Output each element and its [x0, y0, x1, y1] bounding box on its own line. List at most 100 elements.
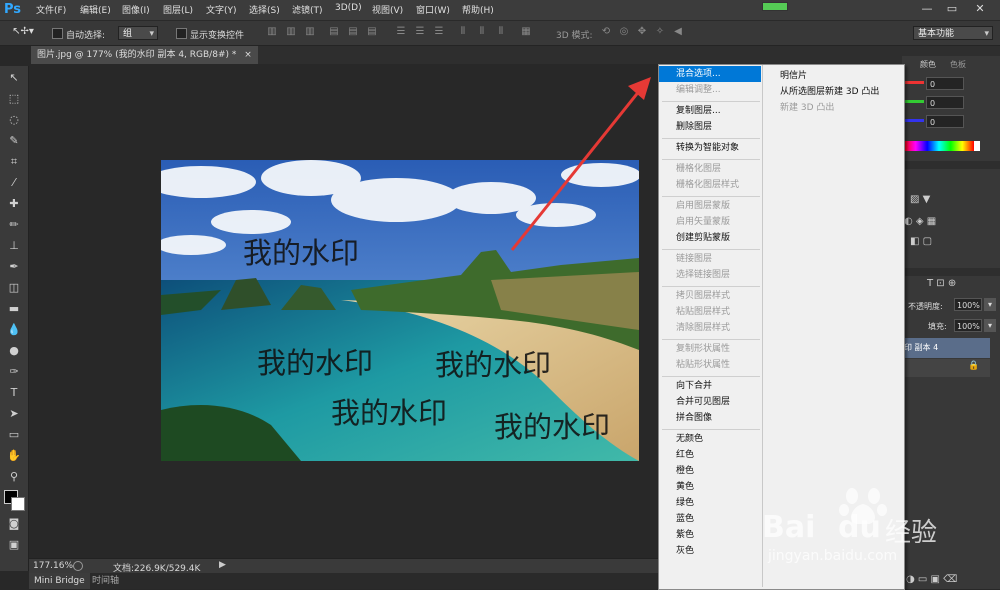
menu-file[interactable]: 文件(F)	[36, 3, 66, 16]
selected-layer-row[interactable]: 印 副本 4	[902, 338, 990, 358]
tab-timeline[interactable]: 时间轴	[89, 573, 122, 589]
menu-3d[interactable]: 3D(D)	[335, 3, 362, 13]
context-menu-item[interactable]: 橙色	[676, 464, 694, 478]
tab-close-icon[interactable]: ×	[244, 50, 252, 60]
layer-filter-icons[interactable]: T ⊡ ⊕	[927, 278, 956, 289]
menu-filter[interactable]: 滤镜(T)	[292, 3, 323, 16]
fill-field[interactable]: 100%	[954, 319, 982, 332]
crop-tool-icon[interactable]: ⌗	[6, 154, 22, 170]
menu-type[interactable]: 文字(Y)	[206, 3, 237, 16]
watermark-text[interactable]: 我的水印	[435, 342, 551, 384]
quick-select-tool-icon[interactable]: ✎	[6, 133, 22, 149]
distribute-top-icon[interactable]: ☰	[395, 26, 407, 38]
watermark-text[interactable]: 我的水印	[243, 230, 359, 272]
context-menu-item[interactable]: 删除图层	[676, 120, 712, 134]
healing-brush-tool-icon[interactable]: ✚	[6, 196, 22, 212]
layer-bottom-icons[interactable]: ◑ ▭ ▣ ⌫	[906, 574, 957, 585]
distribute-right-icon[interactable]: ⦀	[495, 26, 507, 38]
adjustment-icons-row2[interactable]: ◐ ◈ ▦	[904, 216, 936, 227]
context-menu-item[interactable]: 紫色	[676, 528, 694, 542]
close-icon[interactable]: ✕	[970, 2, 990, 16]
context-menu-item[interactable]: 红色	[676, 448, 694, 462]
context-menu-item[interactable]: 黄色	[676, 480, 694, 494]
context-menu-item[interactable]: 转换为智能对象	[676, 141, 739, 155]
restore-icon[interactable]: ▭	[942, 2, 962, 16]
green-value-field[interactable]: 0	[926, 96, 964, 109]
menu-help[interactable]: 帮助(H)	[462, 3, 494, 16]
auto-align-icon[interactable]: ▦	[520, 26, 532, 38]
background-color-swatch[interactable]	[11, 497, 25, 511]
watermark-text[interactable]: 我的水印	[331, 390, 447, 432]
context-menu-item[interactable]: 蓝色	[676, 512, 694, 526]
hand-tool-icon[interactable]: ✋	[6, 448, 22, 464]
white-swatch[interactable]	[974, 141, 980, 151]
menu-window[interactable]: 窗口(W)	[416, 3, 450, 16]
screen-mode-icon[interactable]: ▣	[6, 537, 22, 553]
type-tool-icon[interactable]: T	[6, 385, 22, 401]
pen-tool-icon[interactable]: ✑	[6, 364, 22, 380]
align-vcenter-icon[interactable]: ▥	[285, 26, 297, 38]
eyedropper-tool-icon[interactable]: ⁄	[6, 175, 22, 191]
blue-slider[interactable]	[904, 119, 924, 122]
clone-stamp-tool-icon[interactable]: ⊥	[6, 238, 22, 254]
auto-select-checkbox[interactable]	[52, 28, 63, 39]
history-brush-tool-icon[interactable]: ✒	[6, 259, 22, 275]
3d-rotate-icon[interactable]: ⟲	[600, 26, 612, 38]
distribute-hcenter-icon[interactable]: ⦀	[476, 26, 488, 38]
share-icon[interactable]	[73, 561, 83, 571]
show-transform-checkbox[interactable]	[176, 28, 187, 39]
document-tab[interactable]: 图片.jpg @ 177% (我的水印 副本 4, RGB/8#) * ×	[31, 46, 258, 64]
tab-mini-bridge[interactable]: Mini Bridge	[29, 573, 90, 589]
quick-mask-icon[interactable]: ◙	[6, 516, 22, 532]
path-select-tool-icon[interactable]: ➤	[6, 406, 22, 422]
zoom-tool-icon[interactable]: ⚲	[6, 469, 22, 485]
menu-edit[interactable]: 编辑(E)	[80, 3, 111, 16]
watermark-text[interactable]: 我的水印	[257, 340, 373, 382]
zoom-level[interactable]: 177.16%	[33, 561, 73, 571]
context-menu-item[interactable]: 混合选项...	[676, 67, 721, 81]
3d-slide-icon[interactable]: ✧	[654, 26, 666, 38]
align-right-icon[interactable]: ▤	[366, 26, 378, 38]
menu-image[interactable]: 图像(I)	[122, 3, 150, 16]
menu-layer[interactable]: 图层(L)	[163, 3, 193, 16]
brush-tool-icon[interactable]: ✏	[6, 217, 22, 233]
adjustment-icons-row3[interactable]: ◧ ▢	[910, 236, 932, 247]
workspace-dropdown[interactable]: 基本功能	[913, 26, 993, 41]
3d-drag-icon[interactable]: ✥	[636, 26, 648, 38]
fill-dropdown-icon[interactable]: ▾	[984, 319, 996, 332]
menu-view[interactable]: 视图(V)	[372, 3, 403, 16]
opacity-dropdown-icon[interactable]: ▾	[984, 298, 996, 311]
distribute-vcenter-icon[interactable]: ☰	[414, 26, 426, 38]
align-left-icon[interactable]: ▤	[328, 26, 340, 38]
context-menu-item[interactable]: 灰色	[676, 544, 694, 558]
rectangle-tool-icon[interactable]: ▭	[6, 427, 22, 443]
red-value-field[interactable]: 0	[926, 77, 964, 90]
context-menu-item[interactable]: 绿色	[676, 496, 694, 510]
context-submenu-item[interactable]: 明信片	[780, 68, 807, 81]
distribute-bottom-icon[interactable]: ☰	[433, 26, 445, 38]
background-layer-row[interactable]: 🔒	[902, 359, 990, 377]
auto-select-dropdown[interactable]: 组	[118, 26, 158, 41]
adjustment-icons-row1[interactable]: ▨ ▼	[910, 194, 930, 205]
align-top-icon[interactable]: ▥	[266, 26, 278, 38]
context-menu-item[interactable]: 创建剪贴蒙版	[676, 231, 730, 245]
tab-swatches[interactable]: 色板	[950, 59, 966, 70]
context-menu-item[interactable]: 无颜色	[676, 432, 703, 446]
align-bottom-icon[interactable]: ▥	[304, 26, 316, 38]
green-slider[interactable]	[904, 100, 924, 103]
move-tool-icon[interactable]: ↖	[6, 70, 22, 86]
blur-tool-icon[interactable]: 💧	[6, 322, 22, 338]
status-menu-arrow-icon[interactable]: ▶	[219, 560, 226, 570]
context-menu-item[interactable]: 合并可见图层	[676, 395, 730, 409]
context-submenu-item[interactable]: 从所选图层新建 3D 凸出	[780, 84, 879, 97]
document-image[interactable]: 我的水印 我的水印 我的水印 我的水印 我的水印	[161, 160, 639, 461]
3d-roll-icon[interactable]: ◎	[618, 26, 630, 38]
watermark-text[interactable]: 我的水印	[494, 404, 610, 446]
dodge-tool-icon[interactable]: ●	[6, 343, 22, 359]
distribute-left-icon[interactable]: ⦀	[457, 26, 469, 38]
color-spectrum[interactable]	[904, 141, 974, 151]
minimize-icon[interactable]: —	[917, 2, 937, 16]
marquee-tool-icon[interactable]: ⬚	[6, 91, 22, 107]
blue-value-field[interactable]: 0	[926, 115, 964, 128]
context-menu-item[interactable]: 向下合并	[676, 379, 712, 393]
